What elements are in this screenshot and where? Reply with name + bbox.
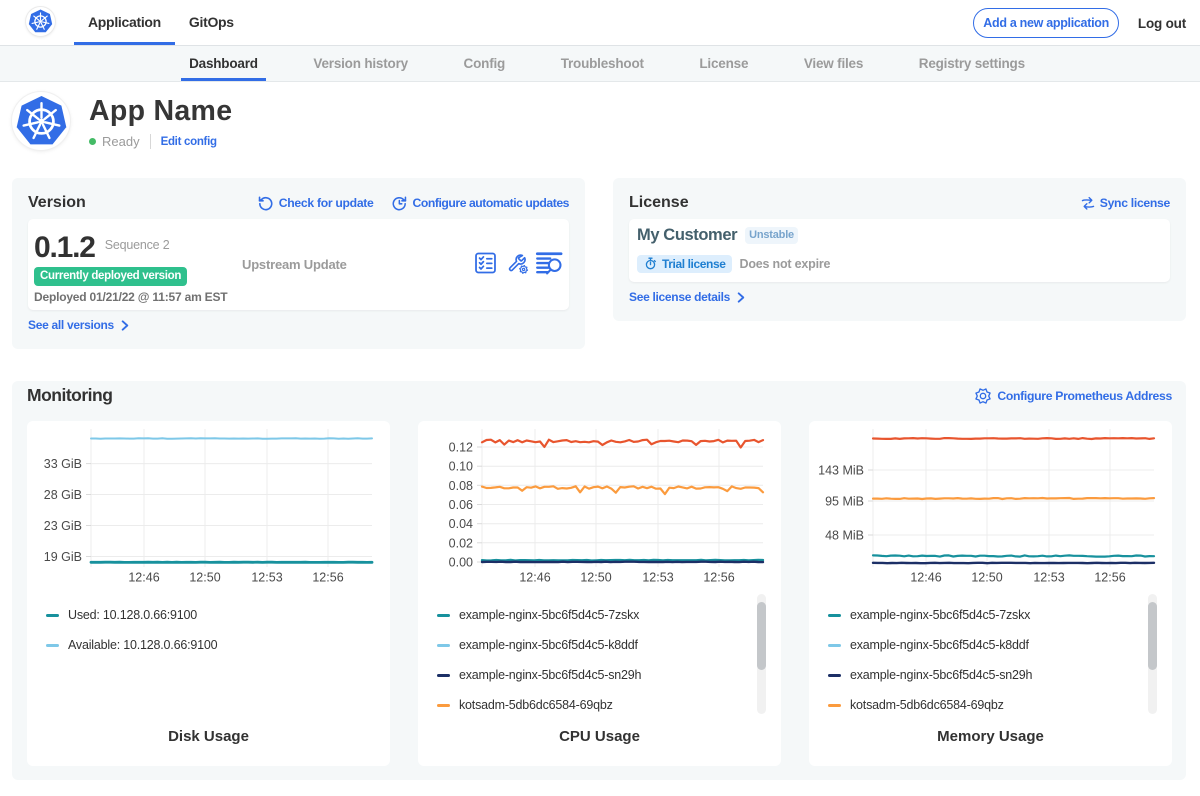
svg-text:12:50: 12:50 <box>971 571 1002 585</box>
svg-text:33 GiB: 33 GiB <box>44 457 82 471</box>
svg-text:12:46: 12:46 <box>128 571 159 585</box>
svg-text:0.02: 0.02 <box>449 536 473 550</box>
svg-text:0.04: 0.04 <box>449 517 473 531</box>
svg-text:143 MiB: 143 MiB <box>818 464 864 478</box>
svg-text:12:56: 12:56 <box>703 571 734 585</box>
svg-text:12:50: 12:50 <box>580 571 611 585</box>
svg-text:0.00: 0.00 <box>449 556 473 570</box>
svg-text:0.08: 0.08 <box>449 479 473 493</box>
svg-text:12:53: 12:53 <box>251 571 282 585</box>
svg-text:23 GiB: 23 GiB <box>44 519 82 533</box>
svg-text:12:53: 12:53 <box>642 571 673 585</box>
svg-text:95 MiB: 95 MiB <box>825 495 864 509</box>
svg-text:0.06: 0.06 <box>449 498 473 512</box>
svg-text:19 GiB: 19 GiB <box>44 550 82 564</box>
svg-text:12:56: 12:56 <box>312 571 343 585</box>
svg-text:12:46: 12:46 <box>519 571 550 585</box>
svg-text:0.12: 0.12 <box>449 441 473 455</box>
svg-text:12:50: 12:50 <box>189 571 220 585</box>
svg-text:12:46: 12:46 <box>910 571 941 585</box>
svg-text:28 GiB: 28 GiB <box>44 488 82 502</box>
svg-text:12:56: 12:56 <box>1094 571 1125 585</box>
svg-text:48 MiB: 48 MiB <box>825 529 864 543</box>
svg-text:0.10: 0.10 <box>449 460 473 474</box>
svg-text:12:53: 12:53 <box>1033 571 1064 585</box>
